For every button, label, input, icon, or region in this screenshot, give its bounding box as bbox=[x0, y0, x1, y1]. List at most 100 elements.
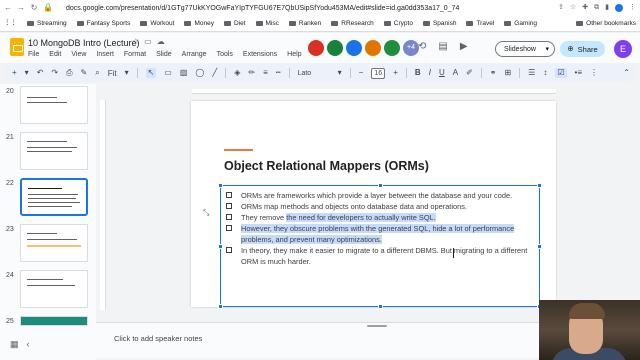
collaborator-avatar[interactable] bbox=[384, 40, 400, 56]
collaborator-avatar[interactable] bbox=[308, 40, 324, 56]
chevron-down-icon[interactable]: ▾ bbox=[25, 69, 29, 77]
menu-insert[interactable]: Insert bbox=[96, 51, 114, 58]
grid-view-icon[interactable]: ▦ bbox=[10, 339, 19, 349]
video-call-icon[interactable]: ▶ bbox=[460, 42, 468, 52]
forward-arrow-icon[interactable]: → bbox=[17, 4, 25, 12]
zoom-select[interactable]: Fit bbox=[108, 69, 117, 78]
zoom-icon[interactable]: ⌕ bbox=[95, 69, 99, 77]
line-spacing-icon[interactable]: ↕ bbox=[543, 69, 547, 77]
resize-handle[interactable] bbox=[537, 183, 542, 188]
chevron-down-icon[interactable]: ▾ bbox=[125, 69, 129, 77]
checkbox[interactable] bbox=[226, 247, 232, 253]
slideshow-button[interactable]: Slideshow ▾ bbox=[495, 41, 555, 57]
share-button[interactable]: ⊕ Share bbox=[560, 41, 605, 57]
thumbnail-preview[interactable] bbox=[20, 316, 88, 326]
slide-thumbnail[interactable]: 24 bbox=[0, 270, 96, 314]
resize-handle[interactable] bbox=[378, 304, 383, 309]
current-slide[interactable]: Object Relational Mappers (ORMs) ORMs ar… bbox=[191, 101, 556, 309]
undo-icon[interactable]: ↶ bbox=[37, 69, 44, 77]
checklist-item[interactable]: They remove the need for developers to a… bbox=[226, 212, 541, 223]
back-arrow-icon[interactable]: ← bbox=[4, 4, 12, 12]
fill-color-icon[interactable]: ◈ bbox=[234, 69, 240, 77]
italic-icon[interactable]: I bbox=[429, 69, 431, 77]
slide-thumbnail-selected[interactable]: 22 bbox=[0, 178, 96, 222]
other-bookmarks[interactable]: Other bookmarks bbox=[576, 20, 640, 27]
slide-thumbnail[interactable]: 23 bbox=[0, 224, 96, 268]
collaborator-avatar[interactable] bbox=[346, 40, 362, 56]
menu-arrange[interactable]: Arrange bbox=[182, 51, 207, 58]
checklist-item[interactable]: In theory, they make it easier to migrat… bbox=[226, 245, 541, 267]
checkbox[interactable] bbox=[226, 192, 232, 198]
url-text[interactable]: docs.google.com/presentation/d/1GTg77UkK… bbox=[66, 5, 459, 12]
bookmark-star-icon[interactable]: ☆ bbox=[570, 4, 576, 12]
collaborator-avatar[interactable] bbox=[327, 40, 343, 56]
extension-icon[interactable]: ✚ bbox=[582, 4, 588, 12]
collaborator-avatar[interactable] bbox=[365, 40, 381, 56]
browser-menu-icon[interactable]: ⋮ bbox=[629, 4, 636, 12]
chevron-down-icon[interactable]: ▾ bbox=[545, 46, 549, 53]
checklist-item[interactable]: ORMs are frameworks which provide a laye… bbox=[226, 190, 541, 201]
reload-icon[interactable]: ↻ bbox=[30, 4, 38, 12]
decrease-font-icon[interactable]: − bbox=[359, 69, 364, 77]
bulleted-list-icon[interactable]: •≡ bbox=[575, 69, 582, 77]
sidebar-icon[interactable]: ▮ bbox=[605, 4, 609, 12]
text-box-icon[interactable]: ▭ bbox=[164, 69, 172, 77]
star-icon[interactable]: ☆ bbox=[132, 38, 139, 46]
lock-icon[interactable]: 🔒 bbox=[43, 4, 53, 12]
align-icon[interactable]: ☰ bbox=[528, 69, 535, 77]
notes-resize-handle[interactable] bbox=[367, 325, 387, 327]
history-icon[interactable]: ⟲ bbox=[418, 42, 426, 52]
shape-icon[interactable]: ◯ bbox=[195, 69, 204, 77]
thumbnail-preview[interactable] bbox=[20, 270, 88, 308]
resize-handle[interactable] bbox=[218, 304, 223, 309]
bold-icon[interactable]: B bbox=[415, 69, 421, 77]
bookmark-folder[interactable]: Workout bbox=[140, 20, 174, 27]
share-page-icon[interactable]: ⇪ bbox=[558, 4, 564, 12]
user-avatar[interactable]: E bbox=[614, 40, 632, 58]
bookmark-folder[interactable]: Gaming bbox=[504, 20, 537, 27]
horizontal-ruler[interactable] bbox=[192, 89, 556, 94]
slide-title[interactable]: Object Relational Mappers (ORMs) bbox=[224, 159, 429, 173]
checklist-item[interactable]: ORMs map methods and objects onto databa… bbox=[226, 201, 541, 212]
text-color-icon[interactable]: A bbox=[453, 69, 458, 77]
font-size-input[interactable]: 16 bbox=[371, 67, 386, 79]
bookmark-folder[interactable]: RResearch bbox=[331, 20, 374, 27]
increase-font-icon[interactable]: + bbox=[393, 69, 398, 77]
speaker-notes-placeholder[interactable]: Click to add speaker notes bbox=[114, 334, 202, 343]
bookmark-folder[interactable]: Spanish bbox=[422, 20, 456, 27]
bookmark-folder[interactable]: Diet bbox=[223, 20, 246, 27]
collapse-toolbar-icon[interactable]: ⌃ bbox=[623, 69, 636, 77]
bookmark-folder[interactable]: Misc bbox=[255, 20, 279, 27]
profile-icon[interactable] bbox=[615, 4, 623, 12]
move-folder-icon[interactable]: ▭ bbox=[144, 38, 152, 46]
slide-thumbnail[interactable]: 21 bbox=[0, 132, 96, 176]
font-select[interactable]: Lato bbox=[298, 70, 330, 77]
checkbox[interactable] bbox=[226, 214, 232, 220]
menu-help[interactable]: Help bbox=[287, 51, 301, 58]
paint-format-icon[interactable]: ✎ bbox=[81, 69, 88, 77]
collapse-panel-icon[interactable]: ‹ bbox=[27, 339, 30, 349]
resize-handle[interactable] bbox=[378, 183, 383, 188]
border-dash-icon[interactable]: ┅ bbox=[276, 69, 281, 77]
bookmark-folder[interactable]: Travel bbox=[466, 20, 494, 27]
comment-icon[interactable]: ▤ bbox=[438, 42, 447, 52]
bookmark-folder[interactable]: Fantasy Sports bbox=[76, 20, 130, 27]
autofit-icon[interactable]: ⤡ bbox=[203, 209, 209, 217]
line-icon[interactable]: ╱ bbox=[212, 69, 217, 77]
add-comment-icon[interactable]: ⊞ bbox=[504, 69, 511, 77]
checklist-item[interactable]: However, they obscure problems with the … bbox=[226, 223, 541, 245]
border-weight-icon[interactable]: ≡ bbox=[263, 69, 268, 77]
menu-extensions[interactable]: Extensions bbox=[243, 51, 277, 58]
checkbox[interactable] bbox=[226, 225, 232, 231]
menu-format[interactable]: Format bbox=[124, 51, 146, 58]
vertical-ruler[interactable] bbox=[100, 100, 106, 310]
bookmark-folder[interactable]: Money bbox=[184, 20, 214, 27]
extensions-puzzle-icon[interactable]: ⧉ bbox=[594, 4, 599, 12]
chevron-down-icon[interactable]: ▾ bbox=[338, 69, 342, 77]
highlight-icon[interactable]: ✐ bbox=[466, 69, 473, 77]
cloud-saved-icon[interactable]: ☁ bbox=[157, 38, 165, 46]
bookmark-folder[interactable]: Ranken bbox=[288, 20, 321, 27]
print-icon[interactable]: ⎙ bbox=[66, 69, 72, 77]
slides-logo-icon[interactable] bbox=[10, 38, 24, 56]
menu-slide[interactable]: Slide bbox=[156, 51, 172, 58]
